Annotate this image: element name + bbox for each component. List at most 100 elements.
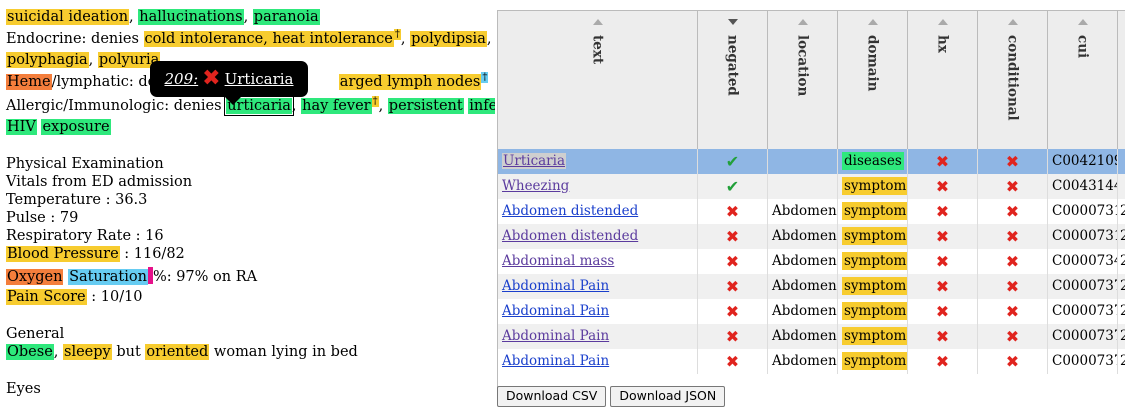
domain-badge: diseases (842, 152, 904, 170)
sort-up-icon (1007, 19, 1018, 25)
table-row[interactable]: Wheezing ✔ symptoms ✖ ✖ C0043144 (498, 174, 1125, 199)
domain-badge: symptoms (842, 227, 907, 245)
pe-title: Physical Examination (6, 156, 164, 172)
cell-overflow: 2 (1118, 249, 1125, 274)
note-line-endocrine-2: polyphagia, polyuria (6, 52, 161, 68)
cell-hx: ✖ (908, 174, 978, 199)
column-header-negated[interactable]: negated (698, 11, 768, 154)
x-icon: ✖ (935, 302, 950, 321)
download-json-button[interactable]: Download JSON (610, 386, 726, 407)
check-icon: ✔ (725, 177, 740, 196)
annotation-term[interactable]: polyphagia (6, 52, 89, 68)
annotation-term[interactable]: Obese (6, 344, 54, 360)
dagger-mark: † (393, 29, 401, 41)
x-icon: ✖ (1005, 302, 1020, 321)
annotation-term[interactable]: sleepy (63, 344, 112, 360)
domain-badge: symptoms (842, 252, 907, 270)
table-row[interactable]: Abdomen distended ✖ Abdomen symptoms ✖ ✖ C0000… (498, 224, 1125, 249)
table-row[interactable]: Abdominal Pain ✖ Abdomen symptoms ✖ ✖ C0000737… (498, 274, 1125, 299)
cell-overflow (1118, 174, 1125, 199)
x-icon: ✖ (1005, 327, 1020, 346)
cell-location: Abdomen (768, 224, 838, 249)
cell-negated: ✖ (698, 199, 768, 224)
annotation-term[interactable]: HIV (6, 119, 37, 135)
x-icon: ✖ (1005, 152, 1020, 171)
table-row[interactable]: Abdomen distended ✖ Abdomen symptoms ✖ ✖ C0000… (498, 199, 1125, 224)
column-label: conditional (1004, 35, 1021, 121)
annotation-term[interactable]: arged lymph nodes (338, 74, 482, 90)
table-row[interactable]: Abdominal Pain ✖ Abdomen symptoms ✖ ✖ C0000737… (498, 299, 1125, 324)
term-link[interactable]: Urticaria (502, 153, 567, 169)
x-icon: ✖ (725, 227, 740, 246)
cell-cui: C0000731 (1048, 199, 1118, 224)
term-link[interactable]: Abdomen distended (502, 228, 638, 244)
term-link[interactable]: Abdominal mass (502, 253, 614, 269)
cell-cui: C0043144 (1048, 174, 1118, 199)
annotation-term[interactable]: oriented (145, 344, 210, 360)
cell-cui: C0000737 (1048, 349, 1118, 374)
general-title: General (6, 326, 65, 342)
term-link[interactable]: Wheezing (502, 178, 569, 194)
term-link[interactable]: Abdomen distended (502, 203, 638, 219)
table-header: text negated location domain hx conditio… (498, 11, 1125, 154)
cell-location (768, 174, 838, 199)
column-header-overflow (1118, 11, 1125, 154)
annotation-term[interactable]: Oxygen (6, 269, 64, 285)
term-link[interactable]: Abdominal Pain (502, 303, 609, 319)
tooltip-name[interactable]: Urticaria (225, 70, 294, 88)
note-text: : 10/10 (86, 289, 143, 305)
cell-cui: C0000731 (1048, 224, 1118, 249)
x-icon: ✖ (1005, 352, 1020, 371)
column-header-hx[interactable]: hx (908, 11, 978, 154)
note-line-allergic: Allergic/Immunologic: denies urticaria, … (6, 96, 495, 116)
term-link[interactable]: Abdominal Pain (502, 353, 609, 369)
x-icon: ✖ (725, 352, 740, 371)
column-header-location[interactable]: location (768, 11, 838, 154)
note-text: but (111, 344, 146, 360)
cell-location: Abdomen (768, 249, 838, 274)
annotation-term[interactable]: hallucinations (138, 9, 244, 25)
annotation-term[interactable]: infections (468, 98, 495, 114)
table-row[interactable]: Urticaria ✔ diseases ✖ ✖ C0042109 (498, 149, 1125, 174)
term-link[interactable]: Abdominal Pain (502, 328, 609, 344)
note-text: Allergic/Immunologic: denies (6, 98, 227, 114)
annotation-term[interactable]: Saturation (68, 269, 148, 285)
download-csv-button[interactable]: Download CSV (497, 386, 607, 407)
annotation-term[interactable]: Heme (6, 74, 52, 90)
annotation-term[interactable]: paranoia (252, 9, 320, 25)
annotation-term[interactable]: suicidal ideation (6, 9, 130, 25)
cell-conditional: ✖ (978, 149, 1048, 174)
x-icon: ✖ (935, 327, 950, 346)
cell-overflow: 2 (1118, 199, 1125, 224)
column-label: negated (724, 35, 741, 96)
annotation-term[interactable]: cold intolerance, heat intolerance (143, 31, 394, 47)
tooltip-number: 209: (164, 70, 199, 88)
cell-text: Wheezing (498, 174, 698, 199)
cell-conditional: ✖ (978, 249, 1048, 274)
x-icon: ✖ (935, 152, 950, 171)
cell-location: Abdomen (768, 324, 838, 349)
annotation-term[interactable]: polydipsia (410, 31, 487, 47)
x-icon: ✖ (1005, 227, 1020, 246)
annotation-term[interactable]: Pain Score (6, 289, 87, 305)
sort-up-icon (867, 19, 878, 25)
table-row[interactable]: Abdominal mass ✖ Abdomen symptoms ✖ ✖ C0000734… (498, 249, 1125, 274)
cell-conditional: ✖ (978, 299, 1048, 324)
annotation-term[interactable]: persistent (387, 98, 464, 114)
table-row[interactable]: Abdominal Pain ✖ Abdomen symptoms ✖ ✖ C0000737… (498, 324, 1125, 349)
column-header-conditional[interactable]: conditional (978, 11, 1048, 154)
annotation-term[interactable]: exposure (41, 119, 111, 135)
annotation-table: text negated location domain hx conditio… (497, 10, 1125, 404)
annotation-term[interactable]: hay fever (301, 98, 372, 114)
annotation-term[interactable]: Blood Pressure (6, 246, 120, 262)
domain-badge: symptoms (842, 352, 907, 370)
cell-conditional: ✖ (978, 324, 1048, 349)
column-header-text[interactable]: text (498, 11, 698, 154)
term-link[interactable]: Abdominal Pain (502, 278, 609, 294)
column-header-domain[interactable]: domain (838, 11, 908, 154)
table-row[interactable]: Abdominal Pain ✖ Abdomen symptoms ✖ ✖ C0000737… (498, 349, 1125, 374)
vital-resp: Respiratory Rate : 16 (6, 228, 164, 244)
cell-negated: ✖ (698, 324, 768, 349)
column-header-cui[interactable]: cui (1048, 11, 1118, 154)
cell-conditional: ✖ (978, 274, 1048, 299)
